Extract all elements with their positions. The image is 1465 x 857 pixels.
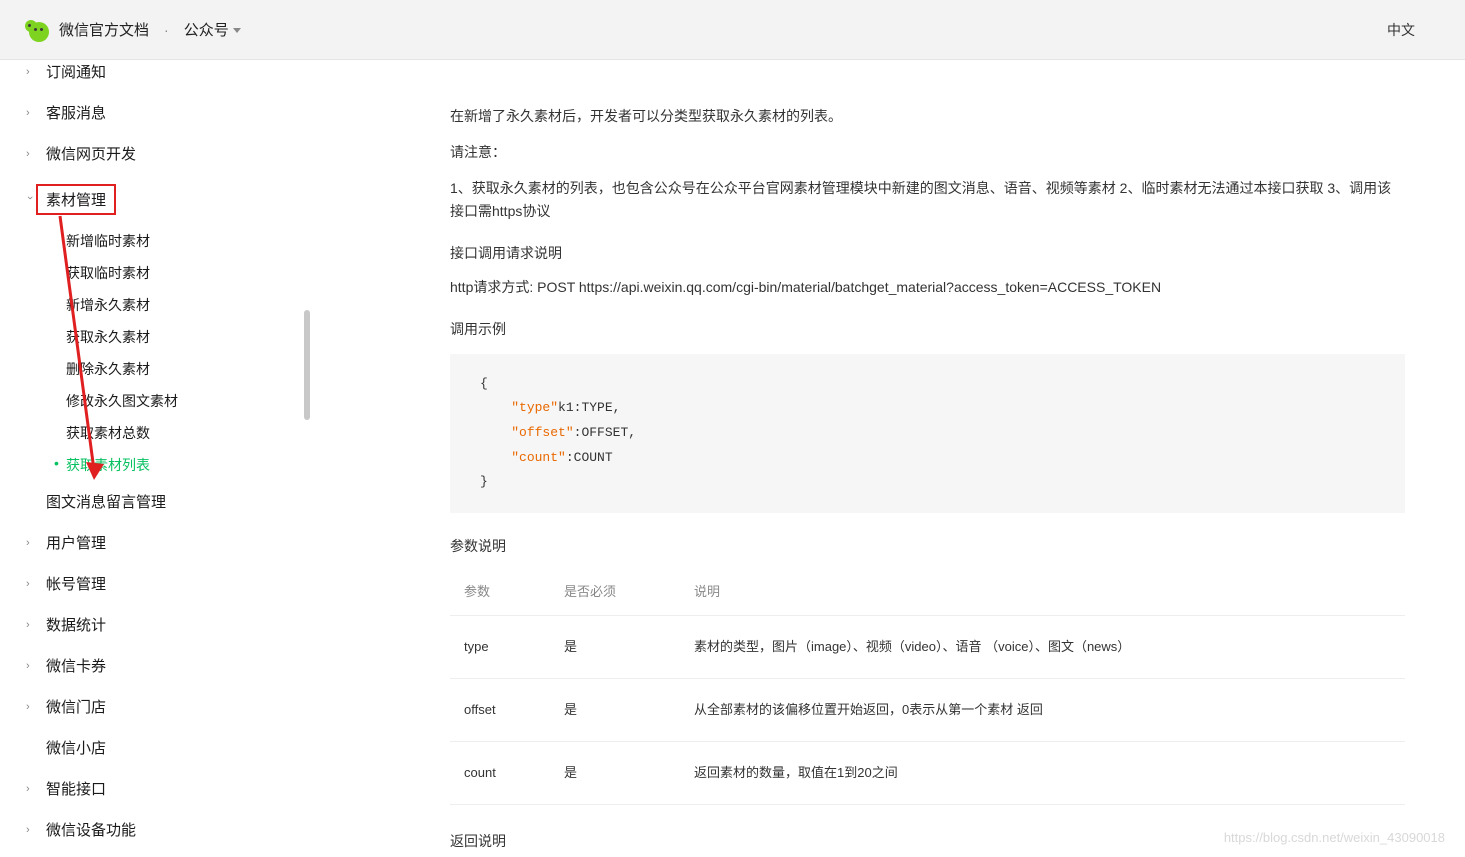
th-required: 是否必须 xyxy=(550,569,680,616)
section-dropdown[interactable]: 公众号 xyxy=(184,19,241,40)
header-left: 微信官方文档 · 公众号 xyxy=(25,18,241,42)
sidebar-item-label: 图文消息留言管理 xyxy=(46,491,166,512)
sidebar-item-label: 帐号管理 xyxy=(46,573,106,594)
sidebar-sub-count[interactable]: 获取素材总数 xyxy=(0,417,310,449)
sidebar-item-device[interactable]: › 微信设备功能 xyxy=(0,809,310,850)
th-param: 参数 xyxy=(450,569,550,616)
sidebar-item-label: 数据统计 xyxy=(46,614,106,635)
cell-required: 是 xyxy=(550,742,680,805)
sidebar-item-card[interactable]: › 微信卡券 xyxy=(0,645,310,686)
example-label: 调用示例 xyxy=(450,318,1405,342)
chevron-right-icon: › xyxy=(26,537,34,549)
chevron-right-icon: › xyxy=(26,660,34,672)
sidebar-item-label: 微信网页开发 xyxy=(46,143,136,164)
sidebar-item-subscribe[interactable]: › 订阅通知 xyxy=(0,61,310,92)
content-area: 在新增了永久素材后，开发者可以分类型获取永久素材的列表。 请注意： 1、获取永久… xyxy=(310,60,1465,857)
intro-text: 在新增了永久素材后，开发者可以分类型获取永久素材的列表。 xyxy=(450,105,1405,129)
site-title: 微信官方文档 xyxy=(59,19,149,40)
main-container: › 订阅通知 › 客服消息 › 微信网页开发 › 素材管理 新增临时素材 获取临… xyxy=(0,60,1465,857)
sidebar-item-customer-service[interactable]: › 客服消息 xyxy=(0,92,310,133)
chevron-down-icon: › xyxy=(24,196,36,204)
table-row: offset 是 从全部素材的该偏移位置开始返回，0表示从第一个素材 返回 xyxy=(450,679,1405,742)
sidebar-item-label: 客服消息 xyxy=(46,102,106,123)
params-label: 参数说明 xyxy=(450,535,1405,559)
sidebar-item-web-dev[interactable]: › 微信网页开发 xyxy=(0,133,310,174)
sidebar-item-account[interactable]: › 帐号管理 xyxy=(0,563,310,604)
sidebar: › 订阅通知 › 客服消息 › 微信网页开发 › 素材管理 新增临时素材 获取临… xyxy=(0,60,310,857)
sidebar-item-stats[interactable]: › 数据统计 xyxy=(0,604,310,645)
cell-param: count xyxy=(450,742,550,805)
cell-desc: 返回素材的数量，取值在1到20之间 xyxy=(680,742,1405,805)
chevron-right-icon: › xyxy=(26,578,34,590)
sidebar-sub-add-perm[interactable]: 新增永久素材 xyxy=(0,289,310,321)
sidebar-item-label: 微信卡券 xyxy=(46,655,106,676)
params-table: 参数 是否必须 说明 type 是 素材的类型，图片（image）、视频（vid… xyxy=(450,569,1405,805)
chevron-right-icon: › xyxy=(26,148,34,160)
sidebar-item-shop[interactable]: › 微信小店 xyxy=(0,727,310,768)
cell-required: 是 xyxy=(550,615,680,678)
sidebar-item-label: 微信小店 xyxy=(46,737,106,758)
cell-desc: 从全部素材的该偏移位置开始返回，0表示从第一个素材 返回 xyxy=(680,679,1405,742)
chevron-right-icon: › xyxy=(26,66,34,78)
separator-dot: · xyxy=(164,22,169,38)
header: 微信官方文档 · 公众号 中文 xyxy=(0,0,1465,60)
sidebar-sub-get-temp[interactable]: 获取临时素材 xyxy=(0,257,310,289)
chevron-right-icon: › xyxy=(26,824,34,836)
th-desc: 说明 xyxy=(680,569,1405,616)
chevron-right-icon: › xyxy=(26,701,34,713)
sidebar-sub-del-perm[interactable]: 删除永久素材 xyxy=(0,353,310,385)
request-label: 接口调用请求说明 xyxy=(450,242,1405,266)
request-line: http请求方式: POST https://api.weixin.qq.com… xyxy=(450,276,1405,300)
sidebar-item-label: 智能接口 xyxy=(46,778,106,799)
return-label: 返回说明 xyxy=(450,830,1405,854)
language-switch[interactable]: 中文 xyxy=(1387,20,1415,40)
note-label: 请注意： xyxy=(450,141,1405,165)
chevron-right-icon: › xyxy=(26,619,34,631)
sidebar-item-store[interactable]: › 微信门店 xyxy=(0,686,310,727)
chevron-down-icon xyxy=(233,28,241,33)
cell-param: type xyxy=(450,615,550,678)
wechat-logo-icon xyxy=(25,18,49,42)
sidebar-item-label: 微信门店 xyxy=(46,696,106,717)
note-body: 1、获取永久素材的列表，也包含公众号在公众平台官网素材管理模块中新建的图文消息、… xyxy=(450,177,1405,225)
code-example: { "type"k1:TYPE, "offset":OFFSET, "count… xyxy=(450,354,1405,513)
sidebar-item-label: 用户管理 xyxy=(46,532,106,553)
sidebar-item-comments[interactable]: › 图文消息留言管理 xyxy=(0,481,310,522)
sidebar-sub-mod-perm[interactable]: 修改永久图文素材 xyxy=(0,385,310,417)
sidebar-item-label: 订阅通知 xyxy=(46,61,106,82)
sidebar-item-ai[interactable]: › 智能接口 xyxy=(0,768,310,809)
dropdown-label: 公众号 xyxy=(184,19,229,40)
cell-desc: 素材的类型，图片（image）、视频（video）、语音 （voice）、图文（… xyxy=(680,615,1405,678)
sidebar-item-label: 微信设备功能 xyxy=(46,819,136,840)
sidebar-item-material[interactable]: › 素材管理 xyxy=(0,174,310,225)
chevron-right-icon: › xyxy=(26,783,34,795)
table-row: type 是 素材的类型，图片（image）、视频（video）、语音 （voi… xyxy=(450,615,1405,678)
chevron-right-icon: › xyxy=(26,107,34,119)
table-header-row: 参数 是否必须 说明 xyxy=(450,569,1405,616)
sidebar-sub-list[interactable]: 获取素材列表 xyxy=(0,449,310,481)
cell-required: 是 xyxy=(550,679,680,742)
sidebar-sub-add-temp[interactable]: 新增临时素材 xyxy=(0,225,310,257)
sidebar-sub-get-perm[interactable]: 获取永久素材 xyxy=(0,321,310,353)
cell-param: offset xyxy=(450,679,550,742)
table-row: count 是 返回素材的数量，取值在1到20之间 xyxy=(450,742,1405,805)
sidebar-item-user[interactable]: › 用户管理 xyxy=(0,522,310,563)
sidebar-item-label: 素材管理 xyxy=(36,184,116,215)
